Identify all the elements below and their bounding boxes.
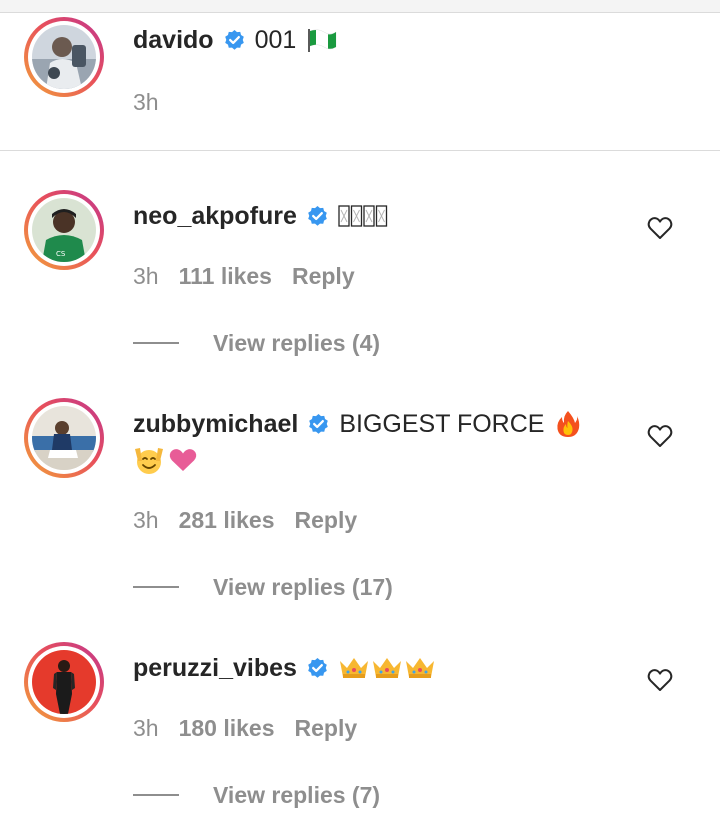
pink-heart-icon: [169, 449, 197, 471]
reply-button[interactable]: Reply: [295, 715, 358, 741]
crown-icon: [339, 658, 368, 678]
comment-time: 3h: [133, 263, 159, 289]
fire-icon: [557, 411, 580, 437]
view-replies-label[interactable]: View replies (7): [213, 782, 380, 809]
top-edge: [0, 0, 720, 13]
caption-time: 3h: [133, 89, 159, 115]
crown-icon: [405, 658, 434, 678]
caption-text: 001: [254, 26, 297, 54]
avatar[interactable]: [24, 642, 104, 722]
verified-badge-icon: [308, 205, 327, 226]
missing-glyph-icon: [338, 205, 388, 227]
like-heart-icon[interactable]: [647, 216, 673, 240]
nigeria-flag-icon: [308, 29, 337, 52]
replies-divider: [133, 794, 179, 796]
likes-count[interactable]: 180 likes: [179, 715, 275, 741]
view-replies-toggle[interactable]: View replies (7): [133, 780, 380, 810]
caption-username[interactable]: davido: [133, 24, 214, 56]
verified-badge-icon: [308, 657, 327, 678]
verified-badge-icon: [224, 29, 244, 50]
view-replies-label[interactable]: View replies (17): [213, 574, 393, 601]
comment-time: 3h: [133, 507, 159, 533]
avatar-photo: [32, 650, 96, 714]
avatar[interactable]: [24, 17, 104, 97]
comment-username[interactable]: neo_akpofure: [133, 200, 297, 232]
raised-hands-icon: [135, 448, 163, 474]
avatar-photo: CS: [32, 198, 96, 262]
avatar[interactable]: CS: [24, 190, 104, 270]
comment-username[interactable]: zubbymichael: [133, 408, 298, 440]
view-replies-toggle[interactable]: View replies (4): [133, 328, 380, 358]
crown-icon: [372, 658, 401, 678]
likes-count[interactable]: 111 likes: [179, 263, 272, 289]
replies-divider: [133, 586, 179, 588]
comment-time: 3h: [133, 715, 159, 741]
replies-divider: [133, 342, 179, 344]
view-replies-label[interactable]: View replies (4): [213, 330, 380, 357]
comment-username[interactable]: peruzzi_vibes: [133, 652, 297, 684]
post-caption: davido 001 3h: [0, 13, 720, 151]
avatar[interactable]: [24, 398, 104, 478]
comment-text: BIGGEST FORCE: [339, 410, 545, 438]
avatar-photo: [32, 25, 96, 89]
verified-badge-icon: [309, 413, 329, 434]
view-replies-toggle[interactable]: View replies (17): [133, 572, 393, 602]
reply-button[interactable]: Reply: [295, 507, 358, 533]
likes-count[interactable]: 281 likes: [179, 507, 275, 533]
svg-text:CS: CS: [56, 250, 66, 258]
reply-button[interactable]: Reply: [292, 263, 355, 289]
like-heart-icon[interactable]: [647, 424, 673, 448]
avatar-photo: [32, 406, 96, 470]
like-heart-icon[interactable]: [647, 668, 673, 692]
